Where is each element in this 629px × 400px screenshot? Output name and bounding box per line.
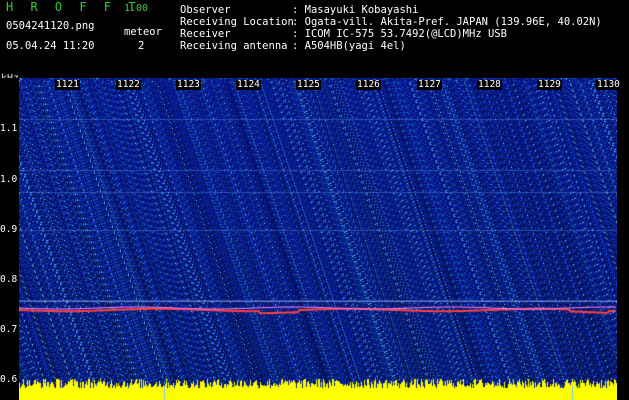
x-tick-label: 1122 — [116, 79, 141, 90]
y-tick-label: 1.0 — [0, 174, 18, 185]
y-tick-label: 0.6 — [0, 374, 18, 385]
meteor-count: 2 — [138, 40, 145, 52]
antenna-label: Receiving antenna — [180, 40, 288, 52]
x-tick-label: 1128 — [477, 79, 502, 90]
observer-value: : Masayuki Kobayashi — [292, 4, 419, 16]
x-tick-label: 1124 — [236, 79, 261, 90]
y-tick-label: 1.1 — [0, 123, 18, 134]
y-tick-label: 0.8 — [0, 274, 18, 285]
location-label: Receiving Location — [180, 16, 294, 28]
x-tick-label: 1123 — [176, 79, 201, 90]
y-axis: 1.1 1.0 0.9 0.8 0.7 0.6 — [0, 78, 19, 400]
x-tick-label: 1125 — [296, 79, 321, 90]
receiver-value: : ICOM IC-575 53.7492(@LCD)MHz USB — [292, 28, 507, 40]
x-tick-label: 1121 — [55, 79, 80, 90]
waterfall-spectrogram — [19, 78, 617, 400]
app-version: 1.00 — [124, 3, 149, 14]
antenna-value: : A504HB(yagi 4el) — [292, 40, 406, 52]
filename-label: 0504241120.png — [6, 20, 95, 32]
observer-label: Observer — [180, 4, 231, 16]
x-tick-label: 1130 — [596, 79, 621, 90]
y-tick-label: 0.7 — [0, 324, 18, 335]
receiver-label: Receiver — [180, 28, 231, 40]
x-tick-label: 1127 — [417, 79, 442, 90]
location-value: : Ogata-vill. Akita-Pref. JAPAN (139.96E… — [292, 16, 602, 28]
y-tick-label: 0.9 — [0, 224, 18, 235]
x-tick-label: 1129 — [537, 79, 562, 90]
meteor-label: meteor — [124, 26, 162, 38]
x-tick-label: 1126 — [356, 79, 381, 90]
header-panel: H R O F F T 1.00 0504241120.png meteor 0… — [0, 0, 629, 74]
app-title: H R O F F T — [6, 0, 141, 14]
datetime-label: 05.04.24 11:20 — [6, 40, 95, 52]
